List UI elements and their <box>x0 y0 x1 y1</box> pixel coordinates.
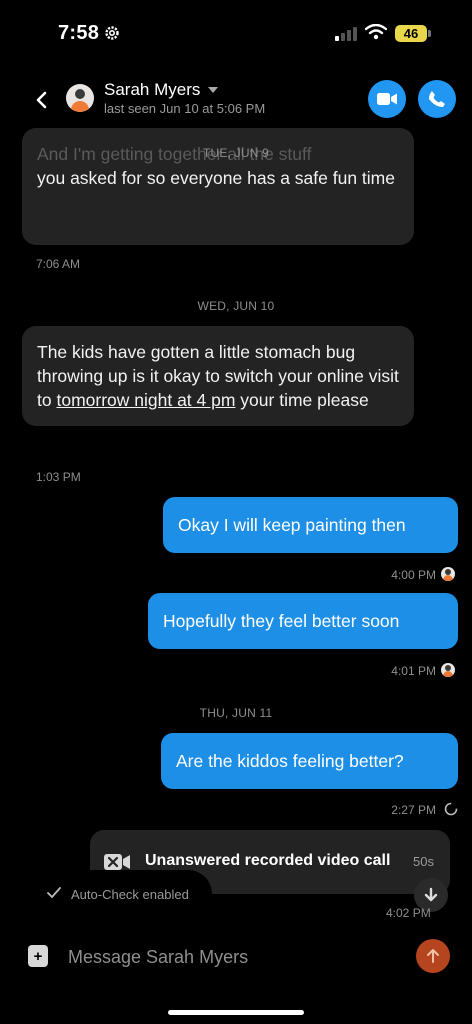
status-bar: 7:58 46 <box>0 0 472 70</box>
auto-check-label: Auto-Check enabled <box>71 887 189 902</box>
message-list[interactable]: And I'm getting together all the stuff y… <box>0 128 472 930</box>
gear-icon <box>105 26 119 40</box>
message-text: you asked for so everyone has a safe fun… <box>37 168 395 188</box>
message-time: 4:00 PM <box>391 568 436 582</box>
message-time: 7:06 AM <box>36 257 81 271</box>
auto-check-banner[interactable]: Auto-Check enabled <box>0 870 212 918</box>
battery-tip <box>428 30 431 37</box>
signal-icon <box>335 27 357 41</box>
message-text: Are the kiddos feeling better? <box>176 751 404 771</box>
read-receipt-avatar <box>441 663 455 677</box>
outgoing-message[interactable]: Are the kiddos feeling better? <box>161 733 458 789</box>
call-status-text: Unanswered recorded video call <box>145 852 391 869</box>
date-link[interactable]: tomorrow night at 4 pm <box>56 390 235 410</box>
sent-check-icon <box>444 802 458 816</box>
date-divider: WED, JUN 10 <box>197 299 275 313</box>
arrow-up-icon <box>427 949 439 963</box>
message-time: 2:27 PM <box>391 803 436 817</box>
message-input[interactable] <box>68 942 398 972</box>
avatar[interactable] <box>66 84 94 112</box>
check-icon <box>47 887 61 898</box>
message-time: 4:01 PM <box>391 664 436 678</box>
contact-name[interactable]: Sarah Myers <box>104 80 200 100</box>
status-time: 7:58 <box>58 22 100 44</box>
video-call-button[interactable] <box>368 80 406 118</box>
composer-bar: + <box>0 932 472 982</box>
attach-button[interactable]: + <box>28 945 48 967</box>
battery-icon: 46 <box>395 25 427 42</box>
incoming-message[interactable]: The kids have gotten a little stomach bu… <box>22 326 414 426</box>
video-camera-icon <box>377 93 397 105</box>
message-time: 4:02 PM <box>386 906 431 920</box>
message-text: your time please <box>235 390 369 410</box>
message-text: Okay I will keep painting then <box>178 515 406 535</box>
chevron-left-icon[interactable] <box>30 86 54 114</box>
arrow-down-icon <box>424 887 438 902</box>
wifi-icon <box>365 24 387 40</box>
home-indicator <box>168 1010 304 1015</box>
read-receipt-avatar <box>441 567 455 581</box>
date-divider: TUE, JUN 9 <box>202 146 269 160</box>
outgoing-message[interactable]: Okay I will keep painting then <box>163 497 458 553</box>
phone-icon <box>429 91 445 107</box>
last-seen-status: last seen Jun 10 at 5:06 PM <box>104 101 266 116</box>
voice-call-button[interactable] <box>418 80 456 118</box>
send-button[interactable] <box>416 939 450 973</box>
outgoing-message[interactable]: Hopefully they feel better soon <box>148 593 458 649</box>
chat-header: Sarah Myers last seen Jun 10 at 5:06 PM <box>0 72 472 128</box>
date-divider: THU, JUN 11 <box>199 706 273 720</box>
message-time: 1:03 PM <box>36 470 81 484</box>
chevron-down-icon[interactable] <box>208 87 218 93</box>
plus-icon: + <box>33 947 43 965</box>
call-duration: 50s <box>413 854 434 869</box>
message-text: Hopefully they feel better soon <box>163 611 400 631</box>
